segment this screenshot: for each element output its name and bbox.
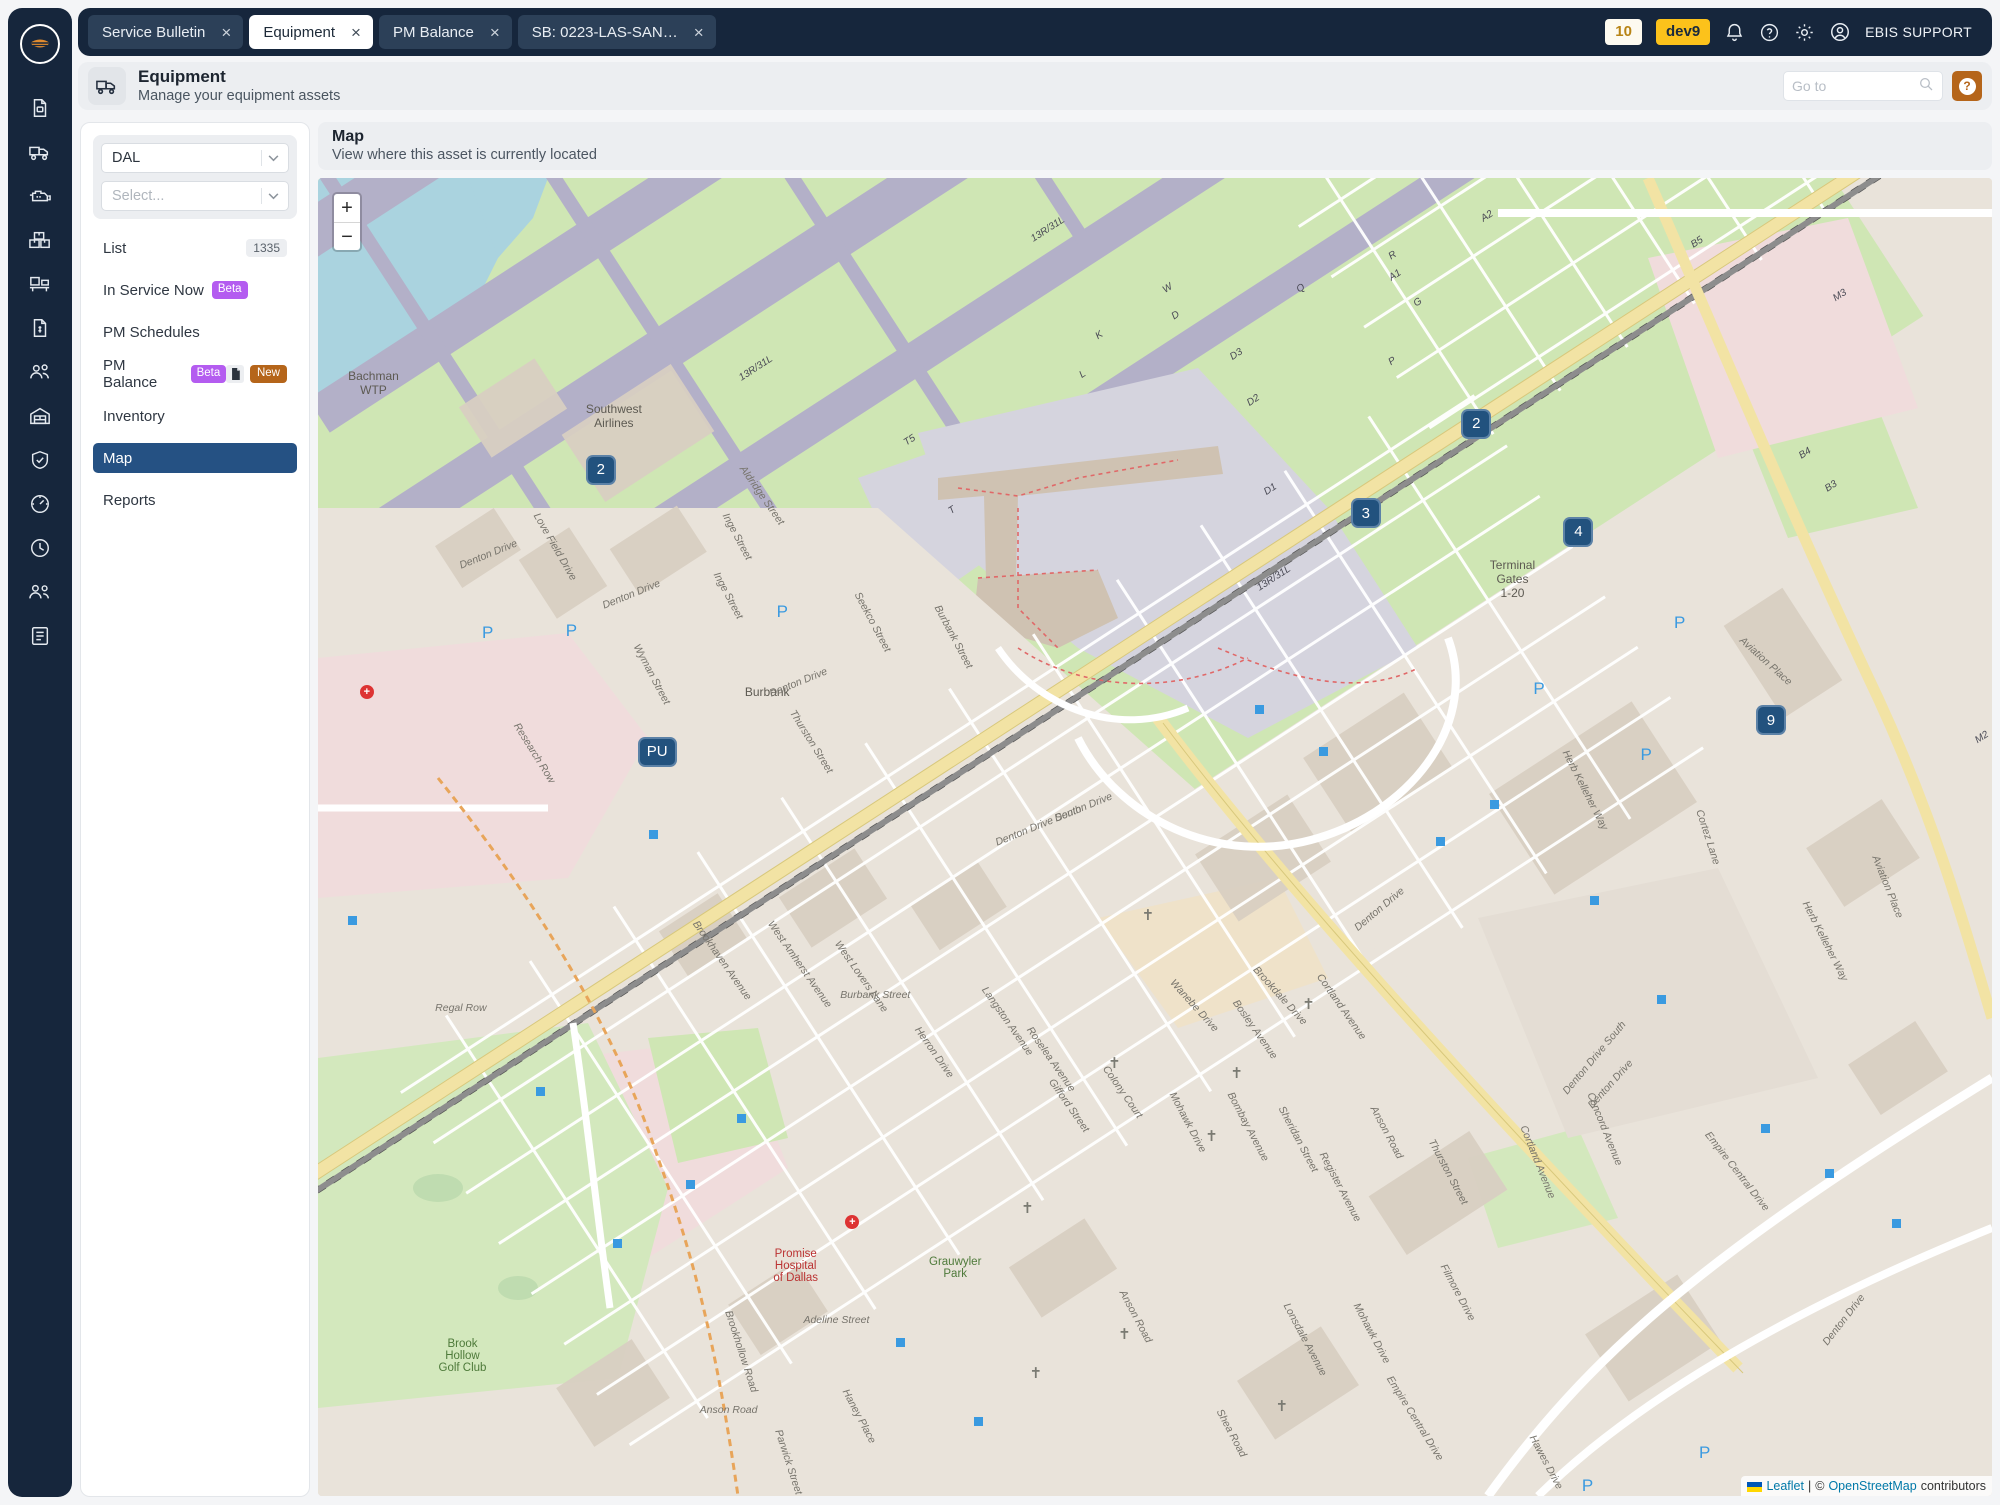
topbar-actions: 10 dev9 — [1605, 19, 1982, 45]
help-button[interactable]: ? — [1952, 71, 1982, 101]
sidebar-icon-boxes[interactable] — [18, 218, 62, 262]
sidebar-item-pm-schedules[interactable]: PM Schedules — [93, 317, 297, 347]
map-cluster-marker[interactable]: 3 — [1351, 498, 1381, 528]
leaflet-map[interactable]: + − Bachman WTPSouthwest AirlinesTermina… — [318, 178, 1992, 1496]
tab-label: Service Bulletin — [102, 24, 205, 41]
user-name: EBIS SUPPORT — [1865, 24, 1972, 40]
map-cluster-marker[interactable]: 2 — [586, 455, 616, 485]
bell-icon[interactable] — [1724, 22, 1745, 43]
sidebar-icon-clock[interactable] — [18, 526, 62, 570]
chevron-down-icon[interactable] — [262, 193, 284, 200]
chevron-down-icon[interactable] — [262, 155, 284, 162]
list-count-badge: 1335 — [246, 239, 287, 257]
page-subtitle: Manage your equipment assets — [138, 88, 340, 105]
tab-list: Service Bulletin × Equipment × PM Balanc… — [88, 15, 1605, 49]
map-attribution: Leaflet | © OpenStreetMap contributors — [1741, 1476, 1992, 1496]
help-button-label: ? — [1959, 78, 1976, 95]
ebis-logo-icon[interactable] — [20, 24, 60, 64]
user-avatar-icon[interactable] — [1829, 21, 1851, 43]
equipment-left-panel: DAL Select... List 1335 In Service Now — [80, 122, 310, 1497]
map-cluster-marker[interactable]: 9 — [1756, 705, 1786, 735]
new-badge: New — [250, 365, 287, 383]
openstreetmap-link[interactable]: OpenStreetMap — [1828, 1479, 1916, 1493]
sidebar-item-inventory[interactable]: Inventory — [93, 401, 297, 431]
sidebar-item-pm-balance[interactable]: PM Balance Beta New — [93, 359, 297, 389]
site-select[interactable]: DAL — [101, 143, 289, 173]
tab-label: Equipment — [263, 24, 335, 41]
sidebar-icon-invoice-dollar[interactable] — [18, 306, 62, 350]
secondary-select-value: Select... — [112, 188, 164, 204]
left-icon-rail — [8, 8, 72, 1497]
sidebar-icon-users-group[interactable] — [18, 570, 62, 614]
sidebar-icon-warehouse[interactable] — [18, 394, 62, 438]
sidebar-item-map[interactable]: Map — [93, 443, 297, 473]
truck-icon — [88, 67, 126, 105]
close-icon[interactable]: × — [221, 24, 231, 41]
secondary-select[interactable]: Select... — [101, 181, 289, 211]
app-root: Service Bulletin × Equipment × PM Balanc… — [0, 0, 2000, 1505]
sidebar-item-label: Inventory — [103, 408, 165, 425]
map-card-header: Map View where this asset is currently l… — [318, 122, 1992, 170]
sidebar-item-label: PM Schedules — [103, 324, 200, 341]
zoom-in-button[interactable]: + — [334, 194, 360, 222]
tab-service-bulletin-detail[interactable]: SB: 0223-LAS-SAN… × — [518, 15, 716, 49]
tab-pm-balance[interactable]: PM Balance × — [379, 15, 512, 49]
map-card: Map View where this asset is currently l… — [318, 122, 1992, 1497]
document-icon[interactable] — [226, 365, 244, 383]
sidebar-item-label: In Service Now — [103, 282, 204, 299]
page-header-text: Equipment Manage your equipment assets — [138, 67, 340, 105]
equipment-nav-list: List 1335 In Service Now Beta PM Schedul… — [93, 233, 297, 515]
zoom-out-button[interactable]: − — [334, 222, 360, 250]
site-select-value: DAL — [112, 150, 140, 166]
sidebar-item-reports[interactable]: Reports — [93, 485, 297, 515]
leaflet-link[interactable]: Leaflet — [1766, 1479, 1804, 1493]
map-subtitle: View where this asset is currently locat… — [332, 147, 1978, 164]
beta-badge: Beta — [191, 365, 227, 383]
close-icon[interactable]: × — [351, 24, 361, 41]
beta-badge: Beta — [212, 281, 248, 299]
sidebar-icon-report-list[interactable] — [18, 614, 62, 658]
attribution-contributors: contributors — [1921, 1479, 1986, 1493]
page-title: Equipment — [138, 67, 340, 87]
page-header-actions: ? — [1783, 71, 1982, 101]
sidebar-item-in-service-now[interactable]: In Service Now Beta — [93, 275, 297, 305]
sidebar-icon-gauge[interactable] — [18, 482, 62, 526]
map-cluster-marker[interactable]: 2 — [1461, 409, 1491, 439]
map-zoom-control: + − — [332, 192, 362, 252]
sidebar-item-label: PM Balance — [103, 357, 183, 391]
gear-icon[interactable] — [1794, 22, 1815, 43]
close-icon[interactable]: × — [694, 24, 704, 41]
filter-select-group: DAL Select... — [93, 135, 297, 219]
map-cluster-marker[interactable]: PU — [638, 737, 677, 767]
tab-label: SB: 0223-LAS-SAN… — [532, 24, 678, 41]
top-tab-bar: Service Bulletin × Equipment × PM Balanc… — [78, 8, 1992, 56]
notification-count-badge[interactable]: 10 — [1605, 19, 1642, 45]
goto-search[interactable] — [1783, 71, 1943, 101]
sidebar-item-label: Map — [103, 450, 132, 467]
copyright-symbol: © — [1815, 1479, 1824, 1493]
sidebar-icon-people[interactable] — [18, 350, 62, 394]
attribution-separator: | — [1808, 1479, 1811, 1493]
sidebar-icon-documents[interactable] — [18, 86, 62, 130]
search-icon[interactable] — [1918, 76, 1934, 97]
help-circle-icon[interactable] — [1759, 22, 1780, 43]
sidebar-item-list[interactable]: List 1335 — [93, 233, 297, 263]
map-cluster-marker[interactable]: 4 — [1563, 517, 1593, 547]
tab-equipment[interactable]: Equipment × — [249, 15, 373, 49]
sidebar-item-label: List — [103, 240, 126, 257]
ukraine-flag-icon — [1747, 1481, 1762, 1491]
search-input[interactable] — [1792, 78, 1918, 94]
sidebar-icon-engine[interactable] — [18, 174, 62, 218]
sidebar-icon-shelf[interactable] — [18, 262, 62, 306]
tab-service-bulletin[interactable]: Service Bulletin × — [88, 15, 243, 49]
environment-badge[interactable]: dev9 — [1656, 19, 1710, 45]
page-header: Equipment Manage your equipment assets ? — [78, 62, 1992, 110]
sidebar-icon-shield-check[interactable] — [18, 438, 62, 482]
tab-label: PM Balance — [393, 24, 474, 41]
close-icon[interactable]: × — [490, 24, 500, 41]
map-title: Map — [332, 128, 1978, 146]
map-marker-layer: 2 2 3 4 9 PU — [318, 178, 1992, 1496]
sidebar-icon-truck[interactable] — [18, 130, 62, 174]
sidebar-item-label: Reports — [103, 492, 156, 509]
